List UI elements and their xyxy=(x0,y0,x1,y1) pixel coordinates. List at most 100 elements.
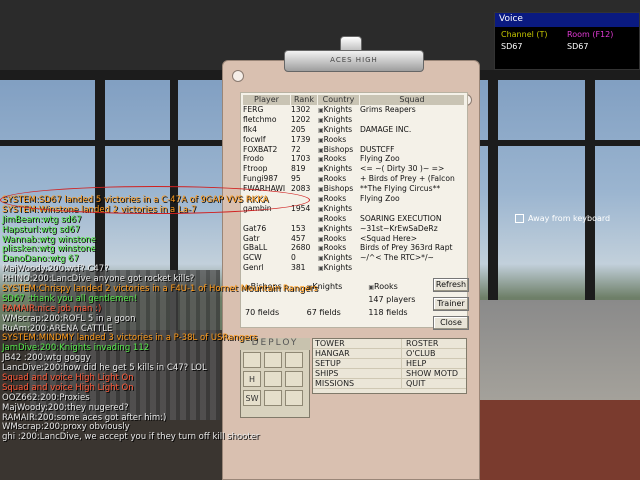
player-squad: **The Flying Circus** xyxy=(360,184,441,194)
voice-users: SD67 SD67 xyxy=(495,42,639,51)
player-name: fletchmo xyxy=(243,114,277,124)
country-name: Knights xyxy=(323,164,353,174)
player-rank: 2083 xyxy=(291,184,311,194)
roster-row[interactable]: Frodo 1703 ▣Rooks Flying Zoo xyxy=(243,154,465,164)
voice-room-header[interactable]: Room (F12) xyxy=(567,30,633,39)
player-squad: DUSTCFF xyxy=(360,144,395,154)
column-header-squad[interactable]: Squad xyxy=(360,95,465,105)
player-squad xyxy=(360,204,465,214)
player-country: ▣Rooks xyxy=(318,135,360,145)
country-name: Knights xyxy=(323,105,353,114)
voice-channel-user: SD67 xyxy=(501,42,523,51)
away-checkbox[interactable] xyxy=(515,214,524,223)
player-country: ▣Knights xyxy=(318,125,360,135)
clipboard-logo: ACES HIGH xyxy=(330,56,378,64)
player-name: FOXBAT2 xyxy=(243,144,278,154)
player-rank: 205 xyxy=(291,124,306,134)
roster-row[interactable]: FOXBAT2 72 ▣Bishops DUSTCFF xyxy=(243,145,465,155)
highlight-circle xyxy=(0,186,310,214)
away-label: Away from keyboard xyxy=(528,214,611,223)
player-name: focwlf xyxy=(243,134,266,144)
menu-row: SETUP HELP xyxy=(313,359,466,369)
roster-row[interactable]: Ftroop 819 ▣Knights <= ~( Dirty 30 )~ => xyxy=(243,164,465,174)
menu-item[interactable]: HELP xyxy=(401,359,466,368)
column-header-rank[interactable]: Rank xyxy=(291,95,318,105)
country-name: Knights xyxy=(323,124,353,134)
country-name: Bishops xyxy=(323,184,354,194)
roster-header: Player Rank Country Squad xyxy=(243,95,465,105)
menu-row: SHIPS SHOW MOTD xyxy=(313,369,466,379)
player-name: Frodo xyxy=(243,154,264,164)
player-rank: 1739 xyxy=(291,134,311,144)
player-name: Fungi987 xyxy=(243,174,279,184)
player-squad: <= ~( Dirty 30 )~ => xyxy=(360,164,445,174)
player-squad: Birds of Prey 363rd Rapt xyxy=(360,243,453,253)
player-rank: 1703 xyxy=(291,154,311,164)
player-country: ▣Rooks xyxy=(318,154,360,164)
fields-rooks: 118 fields xyxy=(368,308,408,317)
player-rank: 95 xyxy=(291,174,301,184)
player-name: Ftroop xyxy=(243,164,268,174)
chat-message: ghi :200:LancDive, we accept you if they… xyxy=(2,432,260,443)
player-squad: Flying Zoo xyxy=(360,194,400,204)
window-mullion xyxy=(585,72,595,332)
player-name: flk4 xyxy=(243,124,258,134)
player-squad: ~31st~KrEwSaDeRz xyxy=(360,223,438,233)
player-country: ▣Rooks xyxy=(318,174,360,184)
close-button[interactable]: Close xyxy=(433,316,469,330)
menu-item[interactable]: SHOW MOTD xyxy=(401,369,466,378)
player-name: FERG xyxy=(243,105,264,114)
menu-item[interactable]: QUIT xyxy=(401,379,466,388)
voice-room-user: SD67 xyxy=(567,42,589,51)
player-country: ▣Knights xyxy=(318,105,360,115)
voice-headers: Channel (T) Room (F12) xyxy=(495,30,639,39)
player-rank: 819 xyxy=(291,164,306,174)
player-rank: 1202 xyxy=(291,114,311,124)
window-mullion xyxy=(488,72,498,332)
voice-panel: Voice Channel (T) Room (F12) SD67 SD67 xyxy=(494,12,640,70)
player-squad xyxy=(360,115,465,125)
trainer-button[interactable]: Trainer xyxy=(433,297,469,311)
column-header-player[interactable]: Player xyxy=(243,95,291,105)
player-country: ▣Bishops xyxy=(318,184,360,194)
players-rooks: 147 players xyxy=(368,295,416,304)
roster-row[interactable]: Fungi987 95 ▣Rooks + Birds of Prey + (Falco… xyxy=(243,174,465,184)
refresh-button[interactable]: Refresh xyxy=(433,278,469,292)
player-squad: DAMAGE INC. xyxy=(360,124,412,134)
voice-panel-title: Voice xyxy=(495,13,639,27)
voice-channel-header[interactable]: Channel (T) xyxy=(501,30,567,39)
player-squad: + Birds of Prey + (Falcon xyxy=(360,174,455,184)
menu-row: HANGAR O'CLUB xyxy=(313,349,466,359)
country-name: Rooks xyxy=(323,134,347,144)
country-name: Rooks xyxy=(323,174,347,184)
player-squad: ~/^< The RTC>*/~ xyxy=(360,253,434,263)
player-squad: Grims Reapers xyxy=(360,105,416,114)
window-frame-mid xyxy=(480,140,640,146)
country-rooks-label: Rooks xyxy=(374,282,398,291)
away-from-keyboard[interactable]: Away from keyboard xyxy=(515,214,610,223)
country-name: Rooks xyxy=(323,154,347,164)
tower-menu: TOWER ROSTER HANGAR O'CLUB SETUP HELP SHIPS SHO… xyxy=(312,338,467,394)
player-country: ▣Knights xyxy=(318,115,360,125)
player-country: ▣Knights xyxy=(318,164,360,174)
country-name: Knights xyxy=(323,114,353,124)
menu-row: MISSIONS QUIT xyxy=(313,379,466,389)
roster-row[interactable]: FERG 1302 ▣Knights Grims Reapers xyxy=(243,105,465,115)
roster-row[interactable]: fletchmo 1202 ▣Knights xyxy=(243,115,465,125)
roster-row[interactable]: focwlf 1739 ▣Rooks xyxy=(243,135,465,145)
window-frame-mid xyxy=(0,140,230,146)
player-country: ▣Bishops xyxy=(318,145,360,155)
country-name: Bishops xyxy=(323,144,354,154)
menu-row: TOWER ROSTER xyxy=(313,339,466,349)
roster-row[interactable]: flk4 205 ▣Knights DAMAGE INC. xyxy=(243,125,465,135)
clipboard-ring xyxy=(232,70,244,82)
player-squad: <Squad Here> xyxy=(360,233,418,243)
column-header-country[interactable]: Country xyxy=(318,95,360,105)
player-squad: SOARING EXECUTION xyxy=(360,213,442,223)
player-squad xyxy=(360,135,465,145)
player-rank: 1302 xyxy=(291,105,311,114)
chat-log: SYSTEM:SD67 landed 5 victories in a C-47… xyxy=(2,195,332,443)
country-rooks: ▣Rooks xyxy=(368,282,430,295)
menu-item[interactable]: O'CLUB xyxy=(401,349,466,358)
menu-item[interactable]: ROSTER xyxy=(401,339,466,348)
